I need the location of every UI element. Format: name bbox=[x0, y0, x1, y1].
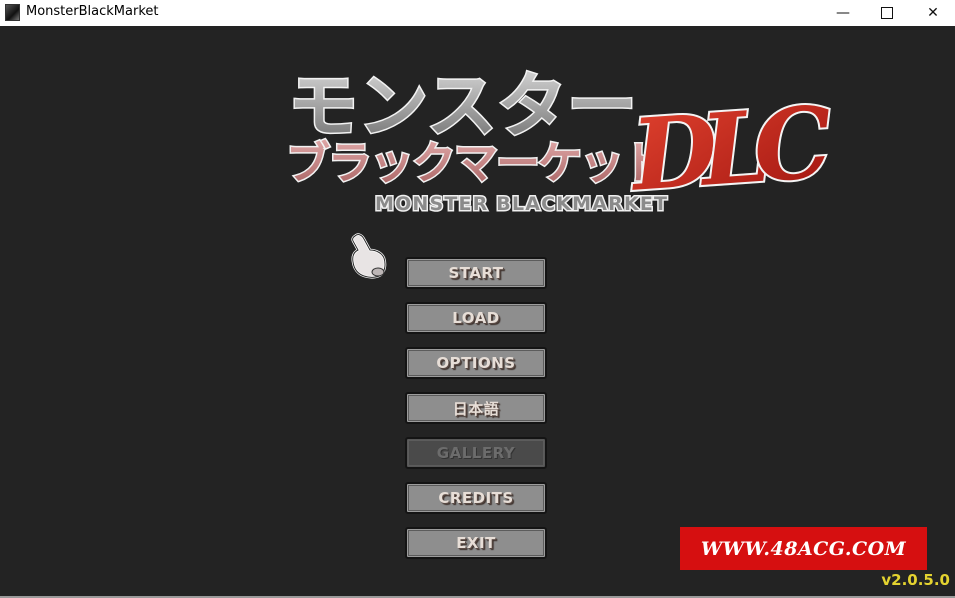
start-label: START bbox=[448, 264, 504, 282]
exit-label: EXIT bbox=[456, 534, 496, 552]
logo-jp-line2: ブラックマーケット bbox=[286, 138, 666, 189]
app-icon bbox=[5, 4, 20, 21]
gallery-label: GALLERY bbox=[436, 444, 516, 462]
minimize-button[interactable]: — bbox=[820, 0, 866, 26]
language-button[interactable]: 日本語 bbox=[405, 392, 547, 424]
credits-label: CREDITS bbox=[438, 489, 514, 507]
load-button[interactable]: LOAD bbox=[405, 302, 547, 334]
credits-button[interactable]: CREDITS bbox=[405, 482, 547, 514]
pointing-hand-icon bbox=[351, 233, 387, 279]
language-label: 日本語 bbox=[452, 399, 500, 418]
options-label: OPTIONS bbox=[436, 354, 516, 372]
window-title: MonsterBlackMarket bbox=[26, 4, 159, 19]
game-logo: モンスター ブラックマーケット DLC MONSTER BLACKMARKET bbox=[285, 64, 838, 217]
close-button[interactable]: ✕ bbox=[910, 0, 955, 26]
start-button[interactable]: START bbox=[405, 257, 547, 289]
gallery-button: GALLERY bbox=[405, 437, 547, 469]
watermark-text: WWW.48ACG.COM bbox=[700, 537, 907, 560]
close-icon: ✕ bbox=[927, 5, 939, 21]
minimize-icon: — bbox=[836, 5, 850, 21]
maximize-icon bbox=[881, 7, 893, 19]
version-label: v2.0.5.0 bbox=[881, 571, 950, 589]
exit-button[interactable]: EXIT bbox=[405, 527, 547, 559]
load-label: LOAD bbox=[452, 309, 500, 327]
game-canvas: モンスター ブラックマーケット DLC MONSTER BLACKMARKET … bbox=[0, 26, 955, 598]
options-button[interactable]: OPTIONS bbox=[405, 347, 547, 379]
logo-en-subtitle: MONSTER BLACKMARKET bbox=[375, 193, 667, 215]
maximize-button[interactable] bbox=[864, 0, 910, 26]
logo-jp-line1: モンスター bbox=[288, 65, 633, 147]
watermark-banner: WWW.48ACG.COM bbox=[680, 527, 927, 570]
window-titlebar: MonsterBlackMarket — ✕ bbox=[0, 0, 955, 26]
